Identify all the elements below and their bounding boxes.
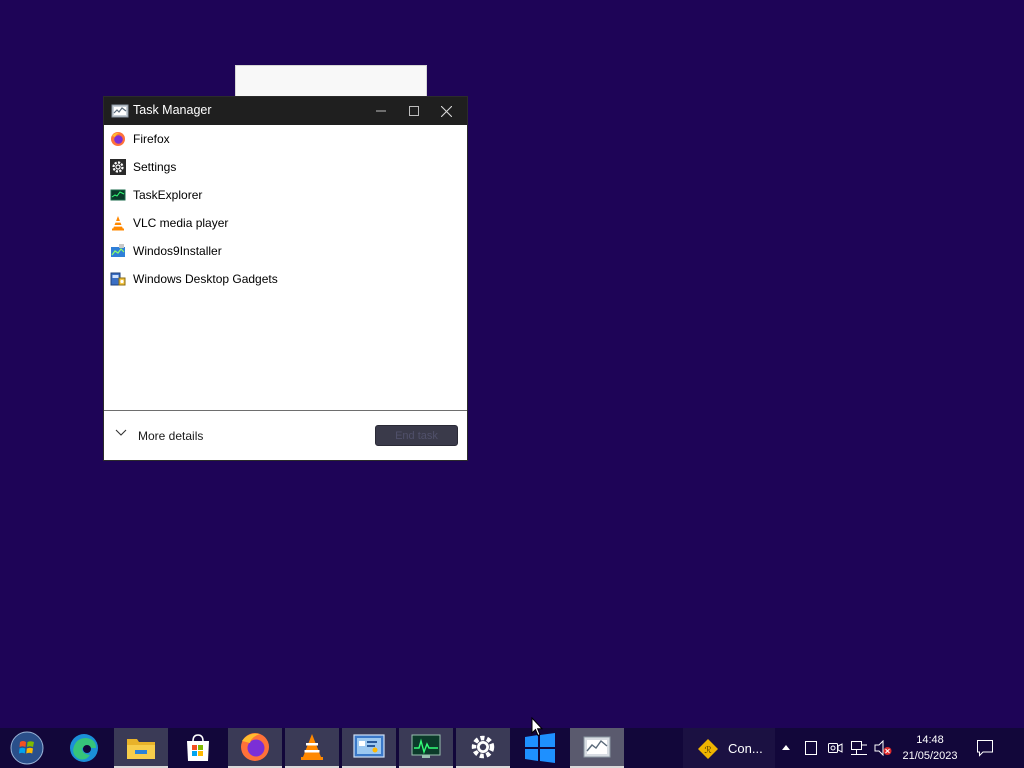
close-icon xyxy=(441,105,452,117)
list-item-desktop-gadgets[interactable]: Windows Desktop Gadgets xyxy=(104,265,467,293)
app-label: Windows Desktop Gadgets xyxy=(133,272,278,286)
list-item-settings[interactable]: Settings xyxy=(104,153,467,181)
minimize-icon xyxy=(375,110,386,112)
firefox-icon xyxy=(241,733,269,761)
store-icon xyxy=(187,734,209,761)
app-label: Firefox xyxy=(133,132,170,146)
footer: More details End task xyxy=(104,410,467,460)
vlc-icon xyxy=(301,734,323,760)
tablet-icon[interactable] xyxy=(804,740,818,756)
notification-area-item[interactable]: ℛ Con... xyxy=(683,728,775,768)
settings-gear-icon xyxy=(471,735,495,759)
app-label: VLC media player xyxy=(133,216,229,230)
title-bar[interactable]: Task Manager xyxy=(104,97,467,125)
chevron-down-icon[interactable] xyxy=(115,429,127,437)
end-task-button[interactable]: End task xyxy=(375,425,458,446)
maximize-button[interactable] xyxy=(397,97,430,125)
clock-time: 14:48 xyxy=(916,734,944,746)
maximize-icon xyxy=(408,106,419,116)
settings-gear-icon xyxy=(110,159,126,175)
start-orb-icon xyxy=(10,731,44,765)
taskbar-task-manager[interactable] xyxy=(570,728,624,768)
notification-label: Con... xyxy=(728,741,763,756)
task-manager-app-icon xyxy=(411,734,441,758)
app-label: Settings xyxy=(133,160,177,174)
warning-diamond-icon: ℛ xyxy=(698,739,718,759)
edge-icon xyxy=(70,734,98,762)
show-hidden-icons-chevron-up-icon[interactable] xyxy=(781,744,791,752)
app-label: TaskExplorer xyxy=(133,188,203,202)
app-label: Windos9Installer xyxy=(133,244,222,258)
start-button[interactable] xyxy=(0,728,54,768)
close-button[interactable] xyxy=(430,97,463,125)
camera-icon[interactable] xyxy=(827,740,843,756)
taskbar-vlc[interactable] xyxy=(285,728,339,768)
task-manager-window: Task Manager Firefox Settings TaskExplor… xyxy=(104,97,467,460)
taskexplorer-icon xyxy=(110,189,126,201)
action-center-icon[interactable] xyxy=(976,739,994,757)
background-window[interactable] xyxy=(235,65,427,97)
task-manager-icon xyxy=(111,104,129,118)
volume-muted-icon[interactable] xyxy=(873,740,893,756)
app-list: Firefox Settings TaskExplorer VLC media … xyxy=(104,125,467,293)
file-explorer-icon xyxy=(127,739,155,759)
list-item-firefox[interactable]: Firefox xyxy=(104,125,467,153)
installer-icon xyxy=(111,244,125,257)
control-panel-icon xyxy=(353,734,385,758)
taskbar-file-explorer[interactable] xyxy=(114,728,168,768)
network-icon[interactable] xyxy=(850,740,868,756)
firefox-icon xyxy=(111,132,125,146)
vlc-icon xyxy=(112,216,124,231)
window-title: Task Manager xyxy=(133,103,212,117)
list-item-windos9installer[interactable]: Windos9Installer xyxy=(104,237,467,265)
list-item-vlc[interactable]: VLC media player xyxy=(104,209,467,237)
taskbar: ℛ Con... 14:48 21/05/2023 xyxy=(0,728,1024,768)
clock[interactable]: 14:48 21/05/2023 xyxy=(896,732,964,764)
list-item-taskexplorer[interactable]: TaskExplorer xyxy=(104,181,467,209)
svg-text:ℛ: ℛ xyxy=(704,746,711,756)
taskbar-settings[interactable] xyxy=(456,728,510,768)
task-manager-icon xyxy=(583,736,611,758)
taskbar-store[interactable] xyxy=(171,728,225,768)
minimize-button[interactable] xyxy=(364,97,397,125)
taskbar-firefox[interactable] xyxy=(228,728,282,768)
taskbar-task-manager-app[interactable] xyxy=(399,728,453,768)
more-details-link[interactable]: More details xyxy=(138,429,203,443)
mouse-pointer-icon xyxy=(531,717,543,737)
clock-date: 21/05/2023 xyxy=(902,750,958,762)
taskbar-edge[interactable] xyxy=(57,728,111,768)
gadgets-icon xyxy=(110,272,126,286)
taskbar-control-panel[interactable] xyxy=(342,728,396,768)
